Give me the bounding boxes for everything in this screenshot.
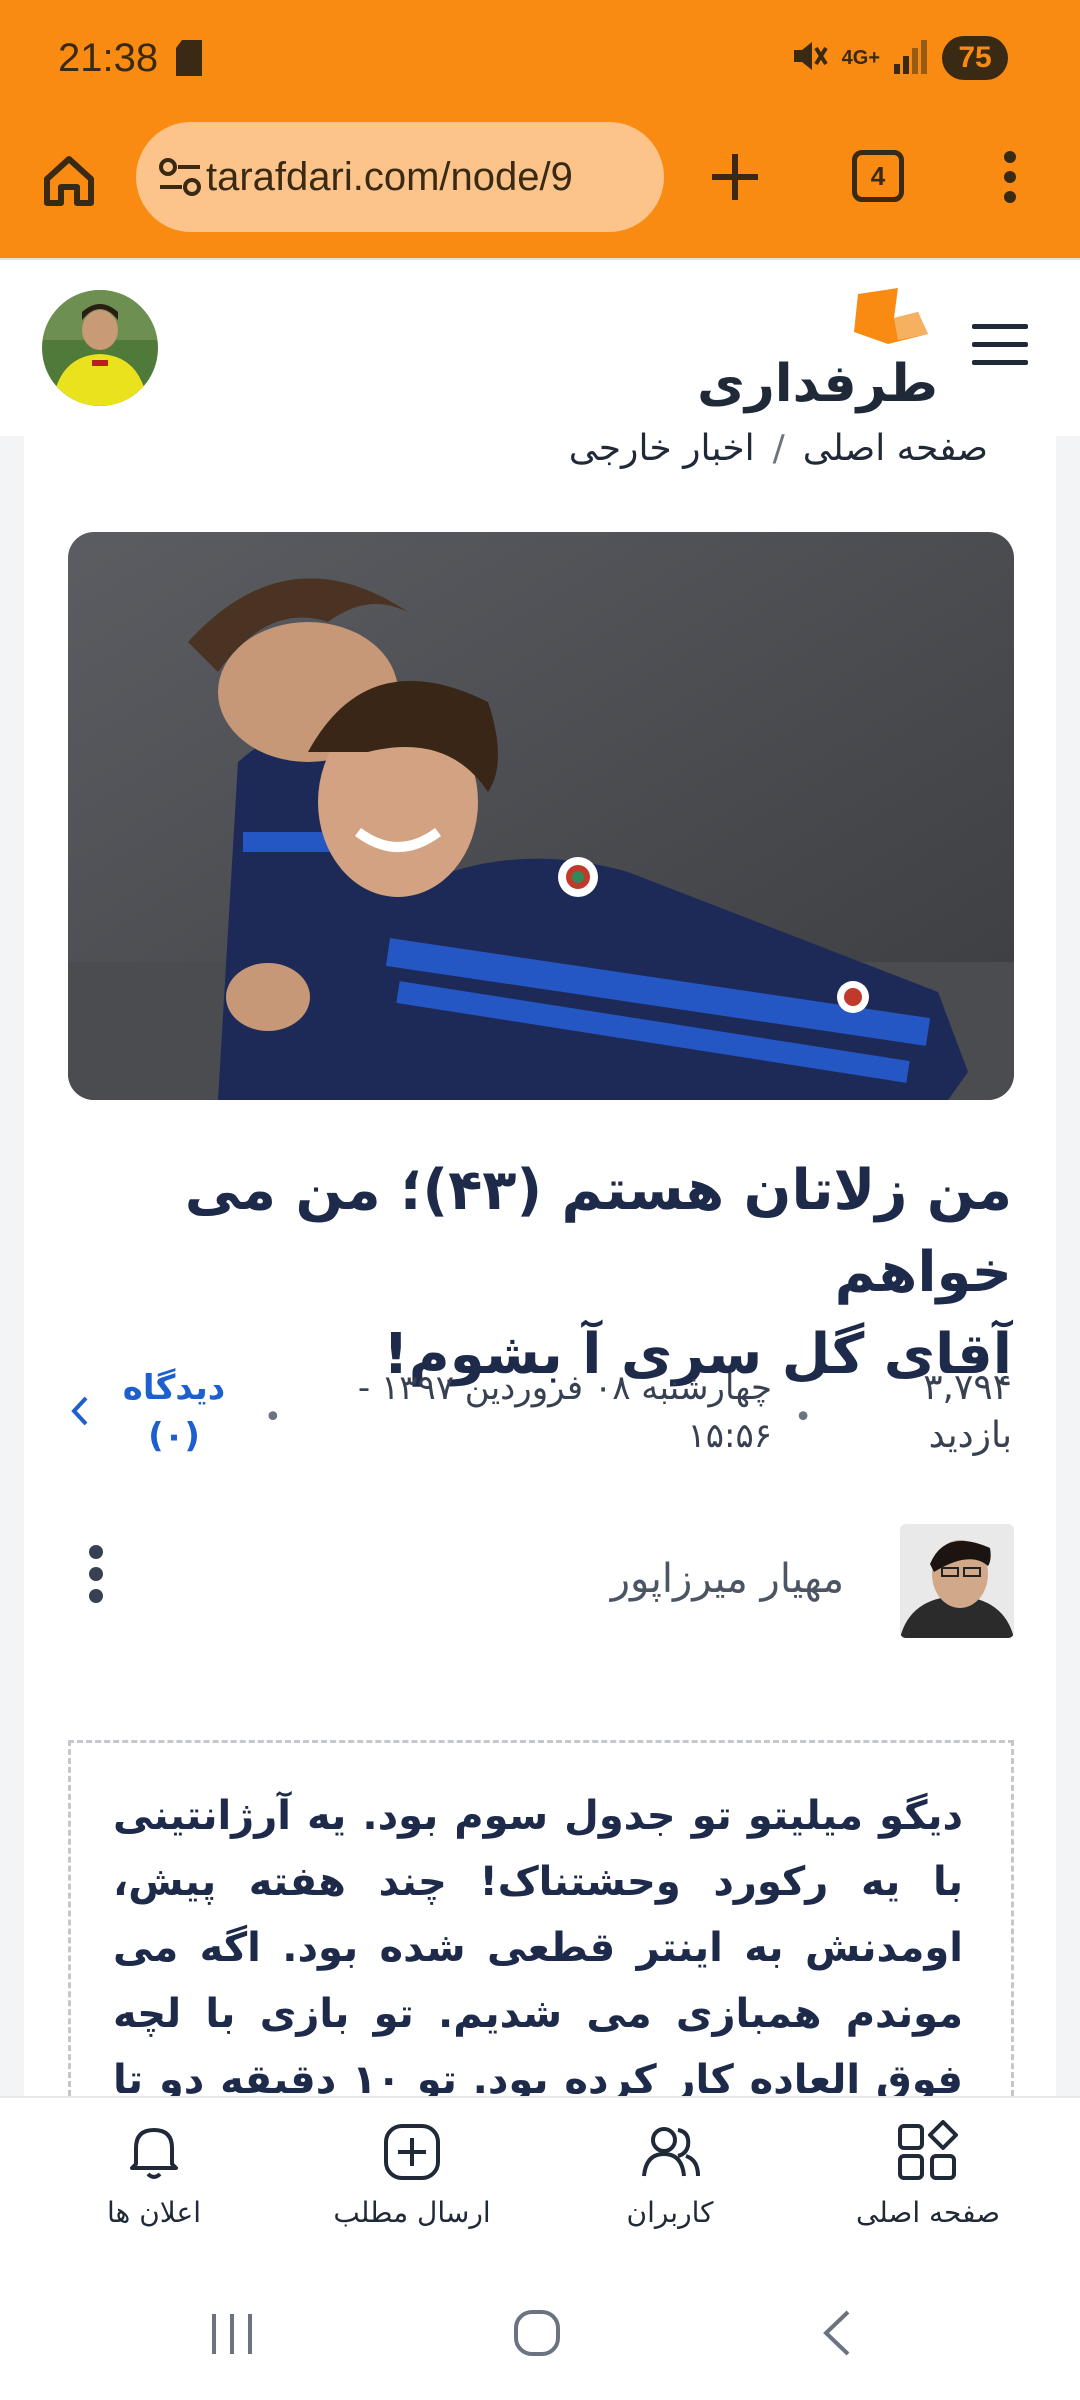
user-avatar[interactable] [42,290,158,406]
publish-date-day: چهارشنبه ۰۸ فروردین ۱۳۹۷ - [357,1368,772,1408]
view-count: ۳,۷۹۴ بازدید [892,1364,1012,1460]
publish-date: چهارشنبه ۰۸ فروردین ۱۳۹۷ - ۱۵:۵۶ [272,1364,772,1460]
signal-icon [894,38,928,78]
site-settings-icon[interactable] [136,157,206,197]
author-name[interactable]: مهیار میرزاپور [611,1556,844,1602]
nav-submit-post-label: ارسال مطلب [333,2196,491,2229]
status-bar: 21:38 4G+ 75 [0,0,1080,118]
new-tab-icon[interactable] [700,142,770,212]
bell-icon [44,2120,264,2190]
article-title-line1: من زلاتان هستم (۴۳)؛ من می خواهم [184,1158,1012,1305]
url-text: tarafdari.com/node/9 [206,154,573,199]
mute-icon [788,36,828,80]
home-circle-icon[interactable] [512,2308,562,2362]
logo-mark-icon [854,288,928,344]
nav-notifications[interactable]: اعلان ها [44,2120,264,2250]
users-icon [560,2120,780,2190]
status-icons: 4G+ 75 [788,34,1008,82]
nav-notifications-label: اعلان ها [107,2196,201,2229]
system-navigation-bar [0,2268,1080,2400]
logo-text: طرفداری [697,354,938,414]
breadcrumb-section[interactable]: اخبار خارجی [569,428,755,469]
grid-icon [818,2120,1038,2190]
article-meta: ۳,۷۹۴ بازدید • چهارشنبه ۰۸ فروردین ۱۳۹۷ … [68,1364,1012,1474]
network-type: 4G+ [841,46,880,69]
tab-switcher-icon[interactable]: 4 [852,150,904,202]
more-options-icon[interactable] [84,1544,108,1604]
hamburger-menu-icon[interactable] [970,320,1030,370]
site-header: طرفداری [0,258,1080,436]
bottom-navigation: صفحه اصلی کاربران ارسال مطلب اعلان ها [0,2096,1080,2268]
article-hero-image [68,532,1014,1100]
nav-home-label: صفحه اصلی [855,2196,1001,2229]
comments-count: (۰) [148,1416,200,1456]
comments-link[interactable]: دیدگاه (۰) [114,1364,234,1460]
breadcrumb-separator: / [772,428,785,469]
site-logo[interactable]: طرفداری [697,288,938,418]
meta-dot: • [794,1400,812,1435]
view-count-number: ۳,۷۹۴ [923,1367,1012,1408]
nav-users[interactable]: کاربران [560,2120,780,2250]
add-post-icon [302,2120,522,2190]
author-avatar[interactable] [900,1524,1014,1638]
breadcrumb-home[interactable]: صفحه اصلی [803,428,988,469]
address-bar[interactable]: tarafdari.com/node/9 [136,122,664,232]
view-count-label: بازدید [928,1415,1012,1456]
status-time: 21:38 [58,36,159,80]
nav-home[interactable]: صفحه اصلی [818,2120,1038,2250]
article-quote: دیگو میلیتو تو جدول سوم بود. یه آرژانتین… [68,1740,1014,2096]
sd-card-icon [176,40,202,80]
nav-submit-post[interactable]: ارسال مطلب [302,2120,522,2250]
battery-icon: 75 [942,36,1008,80]
chevron-left-icon[interactable] [68,1394,90,1432]
recent-apps-icon[interactable] [208,2310,256,2362]
comments-label: دیدگاه [122,1368,226,1408]
article-title: من زلاتان هستم (۴۳)؛ من می خواهم آقای گل… [72,1150,1012,1396]
back-icon[interactable] [820,2308,854,2362]
breadcrumb: صفحه اصلی / اخبار خارجی [569,428,988,469]
home-icon[interactable] [34,146,104,216]
article-quote-text: دیگو میلیتو تو جدول سوم بود. یه آرژانتین… [113,1793,963,2096]
nav-users-label: کاربران [626,2196,714,2229]
meta-dot: • [264,1400,282,1435]
browser-toolbar: tarafdari.com/node/9 4 [0,118,1080,258]
overflow-menu-icon[interactable] [990,142,1030,212]
publish-date-time: ۱۵:۵۶ [687,1416,772,1456]
